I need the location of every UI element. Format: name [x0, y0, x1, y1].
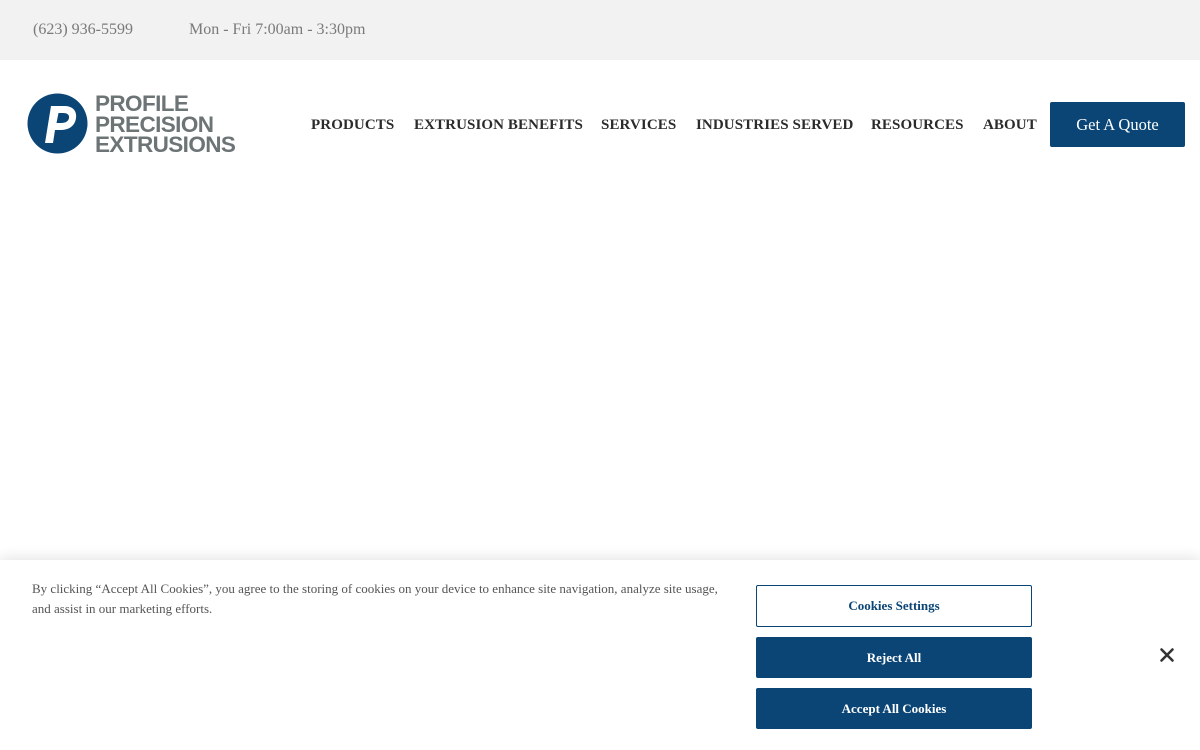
site-header: PROFILE PRECISION EXTRUSIONS PRODUCTS EX… — [0, 60, 1200, 190]
nav-item-services[interactable]: SERVICES — [601, 116, 676, 134]
get-a-quote-button[interactable]: Get A Quote — [1050, 102, 1185, 147]
cookie-banner: By clicking “Accept All Cookies”, you ag… — [0, 560, 1200, 750]
logo-line-3: EXTRUSIONS — [95, 132, 236, 157]
nav-item-about[interactable]: ABOUT — [983, 116, 1037, 134]
logo-p-mark-icon — [27, 93, 88, 154]
logo-wordmark: PROFILE PRECISION EXTRUSIONS — [95, 93, 236, 157]
top-bar: (623) 936-5599 Mon - Fri 7:00am - 3:30pm — [0, 0, 1200, 60]
nav-item-products[interactable]: PRODUCTS — [311, 116, 394, 134]
phone-number[interactable]: (623) 936-5599 — [33, 19, 133, 41]
nav-item-industries-served[interactable]: INDUSTRIES SERVED — [696, 116, 853, 134]
nav-item-resources[interactable]: RESOURCES — [871, 116, 964, 134]
cookies-settings-button[interactable]: Cookies Settings — [756, 585, 1032, 627]
close-banner-button[interactable] — [1156, 644, 1178, 666]
nav-item-extrusion-benefits[interactable]: EXTRUSION BENEFITS — [414, 116, 583, 134]
accept-all-cookies-button[interactable]: Accept All Cookies — [756, 688, 1032, 729]
site-logo[interactable]: PROFILE PRECISION EXTRUSIONS — [27, 93, 251, 157]
cookie-consent-text: By clicking “Accept All Cookies”, you ag… — [32, 581, 718, 616]
business-hours: Mon - Fri 7:00am - 3:30pm — [189, 21, 366, 38]
reject-all-button[interactable]: Reject All — [756, 637, 1032, 678]
close-icon — [1160, 648, 1174, 662]
